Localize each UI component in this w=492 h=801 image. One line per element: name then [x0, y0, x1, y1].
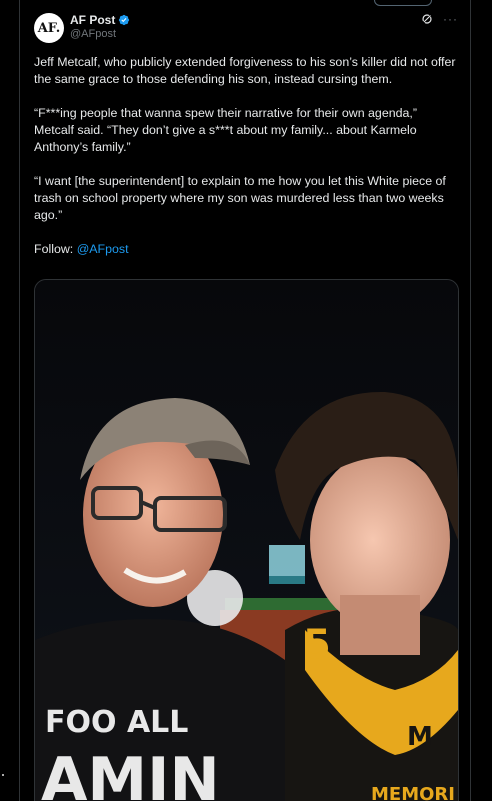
follow-line: Follow: @AFpost	[34, 241, 459, 258]
tweet-card[interactable]: AF. AF Post @AFpost ··· Jeff Metcalf, wh…	[19, 0, 471, 801]
field-grass	[225, 598, 345, 612]
shirt-text-bottom: AMIN	[41, 745, 220, 801]
tweet-paragraph: Jeff Metcalf, who publicly extended forg…	[34, 55, 459, 86]
header-actions: ···	[421, 12, 458, 26]
tweet-photo[interactable]: FOO ALL AMIN 5 M MEMORI	[34, 279, 459, 801]
grok-icon[interactable]	[421, 13, 433, 25]
follow-handle-link[interactable]: @AFpost	[77, 242, 129, 256]
tweet-paragraph: “I want [the superintendent] to explain …	[34, 174, 450, 222]
verified-badge-icon	[119, 14, 130, 26]
jersey-letter: M	[407, 722, 433, 752]
scoreboard-base	[269, 576, 305, 584]
avatar[interactable]: AF.	[34, 13, 64, 43]
page-dot	[2, 774, 4, 776]
tweet-paragraph: “F***ing people that wanna spew their na…	[34, 106, 421, 154]
tweet-text: Jeff Metcalf, who publicly extended forg…	[34, 54, 459, 275]
shirt-text-top: FOO ALL	[45, 705, 188, 740]
photo-illustration: FOO ALL AMIN 5 M MEMORI	[35, 280, 458, 801]
follow-label: Follow:	[34, 242, 74, 256]
jersey-number: 5	[303, 622, 331, 668]
player-neck	[340, 595, 420, 655]
author-name-row[interactable]: AF Post	[70, 13, 130, 27]
author-name[interactable]: AF Post	[70, 13, 115, 27]
author-handle[interactable]: @AFpost	[70, 28, 116, 40]
more-options-icon[interactable]: ···	[443, 12, 458, 26]
jersey-text: MEMORI	[371, 784, 455, 801]
top-partial-button[interactable]	[374, 0, 432, 6]
